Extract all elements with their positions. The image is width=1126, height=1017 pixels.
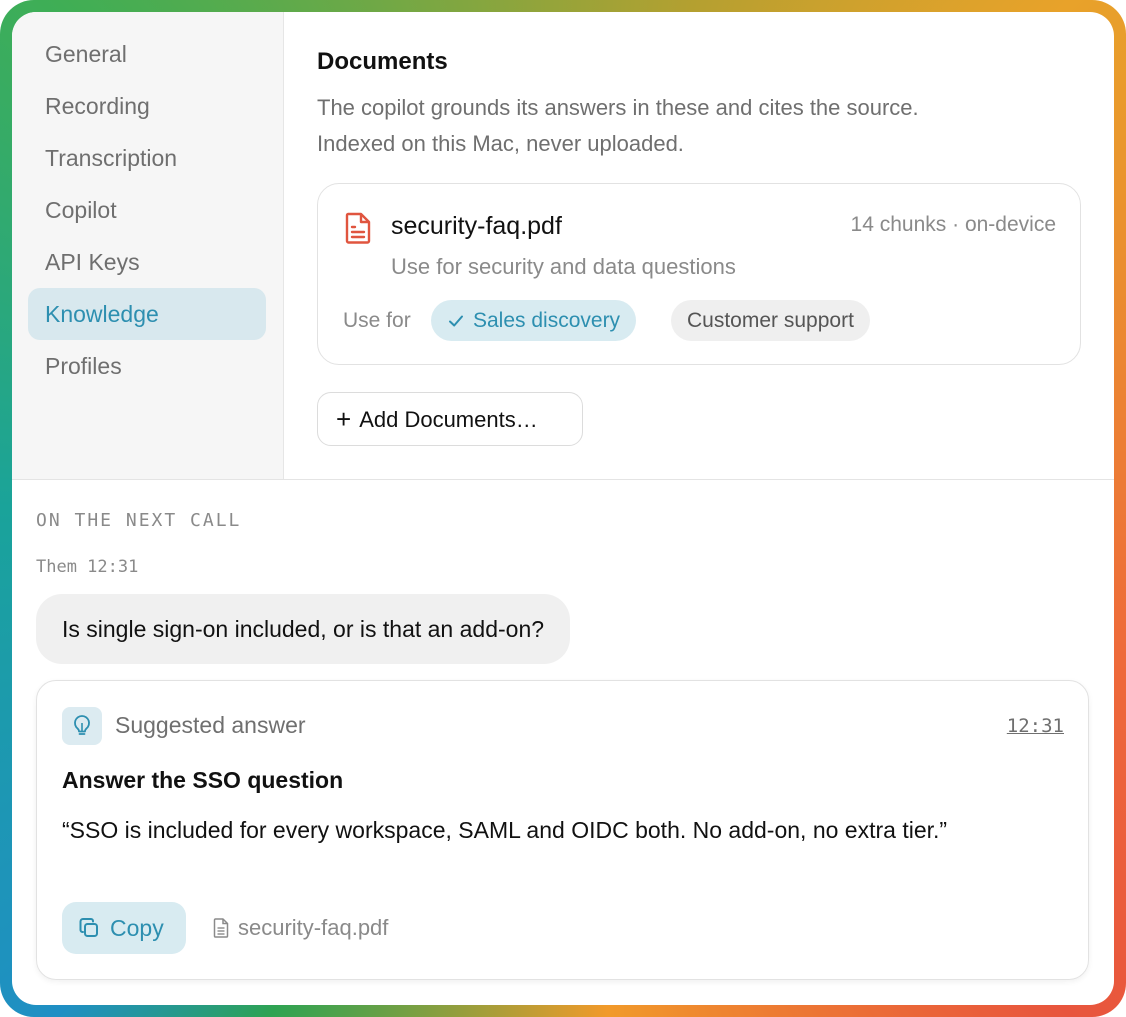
- documents-title: Documents: [317, 48, 448, 75]
- speaker-timestamp: Them 12:31: [36, 557, 139, 577]
- document-file-name: security-faq.pdf: [391, 212, 562, 240]
- sidebar-item-general[interactable]: General: [28, 28, 266, 80]
- app-frame: General Recording Transcription Copilot …: [0, 0, 1126, 1017]
- sidebar-item-api-keys[interactable]: API Keys: [28, 236, 266, 288]
- copy-icon: [79, 918, 98, 937]
- settings-sidebar: General Recording Transcription Copilot …: [12, 12, 284, 480]
- lightbulb-icon: [62, 707, 102, 745]
- documents-description-line: Indexed on this Mac, never uploaded.: [317, 131, 684, 156]
- plus-icon: +: [336, 404, 352, 434]
- add-documents-button[interactable]: + Add Documents…: [317, 392, 583, 446]
- suggested-answer-card: Suggested answer 12:31 Answer the SSO qu…: [36, 680, 1089, 980]
- tag-label: Sales discovery: [473, 309, 621, 332]
- section-divider: [12, 479, 1114, 480]
- knowledge-panel: Documents The copilot grounds its answer…: [284, 12, 1114, 480]
- copy-button[interactable]: Copy: [62, 902, 186, 954]
- tag-customer-support[interactable]: Customer support: [671, 300, 870, 341]
- documents-description: The copilot grounds its answers in these…: [317, 90, 1077, 162]
- pdf-file-icon: [344, 212, 372, 244]
- document-card[interactable]: security-faq.pdf 14 chunks · on-device U…: [317, 183, 1081, 365]
- sidebar-item-recording[interactable]: Recording: [28, 80, 266, 132]
- next-call-heading: ON THE NEXT CALL: [36, 510, 242, 531]
- sidebar-item-copilot[interactable]: Copilot: [28, 184, 266, 236]
- answer-timestamp-link[interactable]: 12:31: [1007, 715, 1064, 737]
- document-icon: [213, 918, 229, 938]
- question-bubble: Is single sign-on included, or is that a…: [36, 594, 571, 664]
- source-file-name: security-faq.pdf: [238, 915, 389, 940]
- answer-title: Answer the SSO question: [62, 767, 344, 793]
- documents-description-line: The copilot grounds its answers in these…: [317, 95, 919, 120]
- add-documents-label: Add Documents…: [359, 407, 538, 432]
- suggested-answer-label: Suggested answer: [115, 712, 306, 738]
- checkmark-icon: [449, 315, 463, 327]
- sidebar-item-knowledge[interactable]: Knowledge: [28, 288, 266, 340]
- document-usage-note: Use for security and data questions: [391, 254, 736, 279]
- copy-label: Copy: [110, 915, 164, 941]
- settings-window: General Recording Transcription Copilot …: [12, 12, 1114, 1005]
- sidebar-item-transcription[interactable]: Transcription: [28, 132, 266, 184]
- sidebar-item-profiles[interactable]: Profiles: [28, 340, 266, 392]
- answer-text: “SSO is included for every workspace, SA…: [62, 817, 948, 843]
- use-for-label: Use for: [343, 309, 411, 332]
- source-citation[interactable]: security-faq.pdf: [213, 915, 388, 941]
- tag-sales-discovery[interactable]: Sales discovery: [431, 300, 637, 341]
- document-meta: 14 chunks · on-device: [850, 213, 1056, 236]
